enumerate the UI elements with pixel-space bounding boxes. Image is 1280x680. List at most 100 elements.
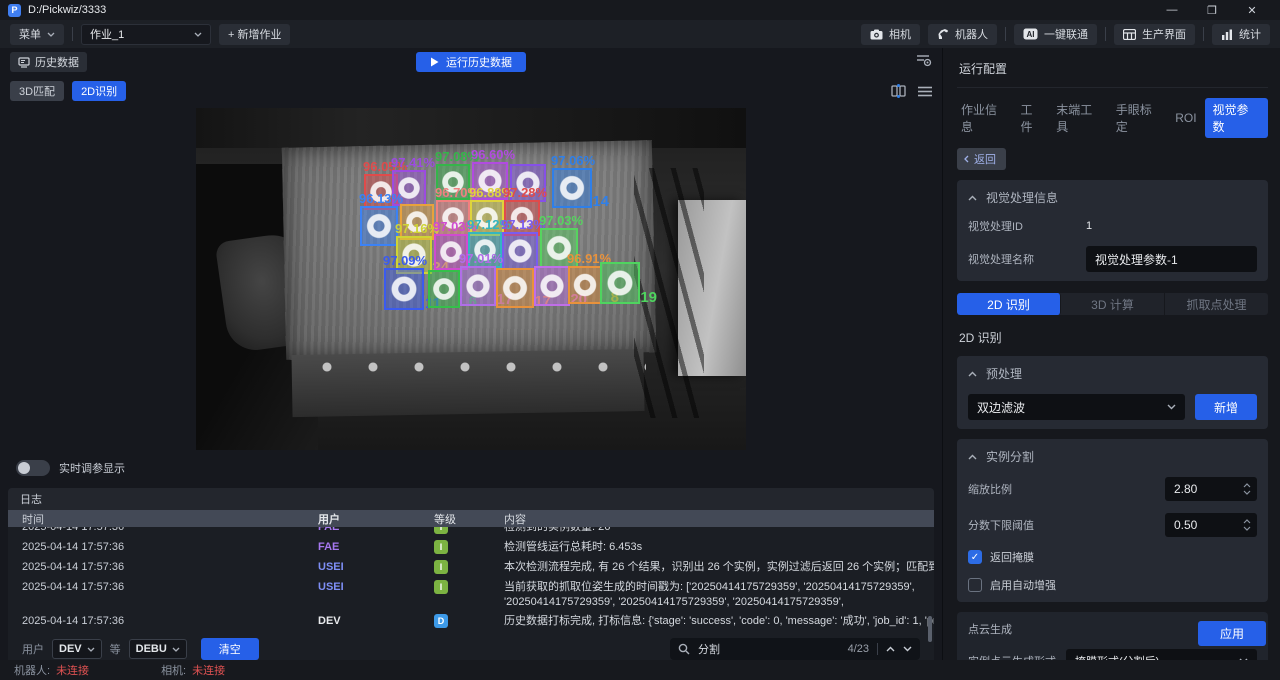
config-tab[interactable]: 工件: [1016, 98, 1048, 138]
config-tab[interactable]: 手眼标定: [1112, 98, 1167, 138]
auto-enhance-label: 启用自动增强: [990, 577, 1056, 593]
chevron-left-icon: [964, 155, 969, 163]
log-time: 2025-04-14 17:57:36: [8, 614, 304, 629]
search-icon: [678, 643, 690, 655]
log-level-badge: I: [434, 560, 448, 574]
new-job-button[interactable]: + 新增作业: [219, 24, 290, 45]
add-preprocess-button[interactable]: 新增: [1195, 394, 1257, 420]
job-select[interactable]: 作业_1: [81, 24, 211, 45]
new-job-label: + 新增作业: [228, 26, 281, 42]
preprocess-select-value: 双边滤波: [977, 399, 1025, 416]
history-data-button[interactable]: 历史数据: [10, 52, 87, 72]
return-mask-checkbox[interactable]: ✓: [968, 550, 982, 564]
col-user: 用户: [304, 511, 420, 527]
camera-image-view[interactable]: 96.05%97.41%97.08%96.60%97.06%1496.13%96…: [196, 108, 746, 450]
menubar: 菜单 作业_1 + 新增作业 相机机器人 AI一键联通 生产界面 统计: [0, 20, 1280, 48]
mode-tab[interactable]: 抓取点处理: [1165, 293, 1268, 315]
chevron-up-icon[interactable]: [968, 371, 977, 377]
log-row[interactable]: 2025-04-14 17:57:36USEII本次检测流程完成, 有 26 个…: [8, 556, 934, 576]
auto-enhance-checkbox[interactable]: [968, 578, 982, 592]
minimize-button[interactable]: —: [1152, 0, 1192, 20]
stepper-up-icon[interactable]: [1243, 519, 1251, 524]
log-user: USEI: [304, 580, 420, 595]
chevron-down-icon: [172, 647, 180, 652]
log-row[interactable]: 2025-04-14 17:57:36FAEI检测管线运行总耗时: 6.453s: [8, 536, 934, 556]
button-label: 生产界面: [1142, 26, 1186, 42]
score-threshold-stepper[interactable]: 0.50: [1165, 513, 1257, 537]
log-content: 检测管线运行总耗时: 6.453s: [504, 540, 934, 555]
divider: [877, 643, 878, 655]
stats-button[interactable]: 统计: [1212, 24, 1270, 45]
maximize-button[interactable]: ❐: [1192, 0, 1232, 20]
run-history-button[interactable]: 运行历史数据: [416, 52, 526, 72]
log-search-box[interactable]: 分割 4/23: [670, 638, 920, 660]
robot-button[interactable]: 机器人: [928, 24, 997, 45]
run-config-title: 运行配置: [957, 56, 1268, 88]
chevron-up-icon[interactable]: [968, 195, 977, 201]
log-user: USEI: [304, 560, 420, 575]
log-time: 2025-04-14 17:57:36: [8, 560, 304, 575]
log-row[interactable]: 2025-04-14 17:57:36USEII当前获取的抓取位姿生成的时间戳为…: [8, 576, 934, 610]
history-label: 历史数据: [35, 54, 79, 70]
search-result-count: 4/23: [848, 643, 869, 655]
divider: [1203, 27, 1204, 41]
realtime-toggle[interactable]: [16, 460, 50, 476]
vision-name-input[interactable]: 视觉处理参数-1: [1086, 246, 1257, 272]
clear-log-button[interactable]: 清空: [201, 638, 259, 660]
config-tab[interactable]: 末端工具: [1052, 98, 1107, 138]
production-button[interactable]: 生产界面: [1114, 24, 1195, 45]
detection-score: 96.60%: [471, 147, 515, 162]
close-button[interactable]: ✕: [1232, 0, 1272, 20]
log-content: 历史数据打标完成, 打标信息: {'stage': 'success', 'co…: [504, 614, 934, 629]
back-button[interactable]: 返回: [957, 148, 1006, 170]
log-row[interactable]: 2025-04-14 17:57:36FAEI检测到的实例数量: 26: [8, 527, 934, 536]
config-tab[interactable]: 视觉参数: [1205, 98, 1268, 138]
log-row[interactable]: 2025-04-14 17:57:36DEVD历史数据打标完成, 打标信息: {…: [8, 610, 934, 630]
stepper-down-icon[interactable]: [1243, 490, 1251, 495]
mode-tab[interactable]: 2D 识别: [957, 293, 1061, 315]
camera-button[interactable]: 相机: [861, 24, 920, 45]
detected-part: [507, 237, 533, 264]
log-content: 当前获取的抓取位姿生成的时间戳为: ['20250414175729359', …: [504, 580, 934, 610]
search-next-icon[interactable]: [903, 646, 912, 652]
config-tab[interactable]: ROI: [1171, 108, 1200, 128]
stepper-down-icon[interactable]: [1243, 526, 1251, 531]
detection-id: 14: [592, 193, 609, 210]
scale-stepper[interactable]: 2.80: [1165, 477, 1257, 501]
history-filter-button[interactable]: [916, 54, 932, 70]
search-prev-icon[interactable]: [886, 646, 895, 652]
ai-button[interactable]: AI一键联通: [1014, 24, 1097, 45]
segmentation-card: 实例分割 缩放比例 2.80 分数下限阈值 0.50: [957, 439, 1268, 602]
tab-2d-recognition[interactable]: 2D识别: [72, 81, 126, 101]
level-filter-label: 等: [110, 641, 121, 657]
preprocess-select[interactable]: 双边滤波: [968, 394, 1185, 420]
detected-part: [606, 268, 635, 298]
menu-list-icon[interactable]: [918, 86, 932, 97]
preprocess-title: 预处理: [986, 365, 1022, 382]
chevron-down-icon: [47, 32, 55, 37]
score-threshold-label: 分数下限阈值: [968, 517, 1034, 533]
apply-button[interactable]: 应用: [1198, 621, 1266, 646]
tab-3d-match[interactable]: 3D匹配: [10, 81, 64, 101]
photo-parts-row: [316, 356, 646, 378]
log-level: I: [420, 527, 504, 534]
detection-box: 97.13%: [502, 232, 538, 270]
stepper-up-icon[interactable]: [1243, 483, 1251, 488]
detection-box: 97.01%17: [460, 266, 496, 306]
log-level-badge: I: [434, 580, 448, 594]
detection-box: 96.91%8: [568, 266, 602, 304]
detection-score: 97.41%: [391, 155, 435, 170]
log-rows[interactable]: 2025-04-14 17:57:36FAEI检测到的实例数量: 262025-…: [8, 527, 934, 634]
level-filter-select[interactable]: DEBU: [129, 639, 187, 659]
compare-view-icon[interactable]: [891, 84, 906, 98]
detected-part: [558, 174, 587, 203]
log-scrollbar[interactable]: [928, 616, 932, 642]
detection-id: 19: [640, 289, 657, 306]
log-row[interactable]: 2025-04-14 17:57:36USEII客户端触发, 检测流程耗时: 6…: [8, 630, 934, 634]
menu-dropdown[interactable]: 菜单: [10, 24, 64, 45]
user-filter-select[interactable]: DEV: [52, 639, 102, 659]
config-tab[interactable]: 作业信息: [957, 98, 1012, 138]
chevron-up-icon[interactable]: [968, 454, 977, 460]
mode-tab[interactable]: 3D 计算: [1061, 293, 1165, 315]
camera-status-value: 未连接: [192, 662, 225, 678]
